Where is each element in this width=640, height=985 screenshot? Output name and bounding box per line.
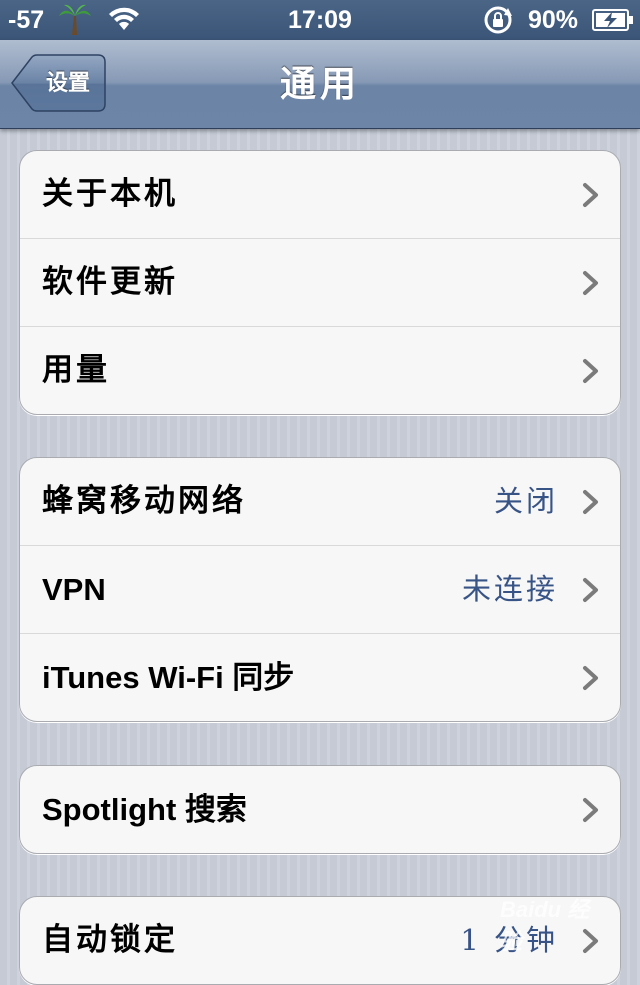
chevron-right-icon — [583, 183, 598, 207]
row-label: VPN — [42, 572, 106, 607]
row-value: 关闭 — [493, 484, 558, 518]
row-vpn[interactable]: VPN 未连接 — [20, 546, 620, 634]
rotation-lock-icon — [484, 6, 512, 34]
row-label: iTunes Wi-Fi 同步 — [42, 660, 295, 695]
row-label: Spotlight 搜索 — [42, 792, 247, 827]
row-label: 软件更新 — [42, 264, 178, 300]
chevron-right-icon — [583, 798, 598, 822]
row-label: 关于本机 — [42, 176, 178, 212]
row-spotlight-search[interactable]: Spotlight 搜索 — [20, 766, 620, 853]
baidu-watermark: Baidu 经验 — [500, 897, 590, 954]
row-cellular[interactable]: 蜂窝移动网络 关闭 — [20, 458, 620, 546]
settings-group-network: 蜂窝移动网络 关闭 VPN 未连接 iTunes Wi-Fi 同步 — [19, 457, 621, 722]
row-label: 蜂窝移动网络 — [42, 483, 246, 519]
settings-group-spotlight: Spotlight 搜索 — [19, 765, 621, 854]
back-button-label: 设置 — [45, 70, 90, 95]
row-label: 用量 — [42, 352, 110, 388]
row-usage[interactable]: 用量 — [20, 327, 620, 414]
row-value: 未连接 — [461, 572, 558, 606]
chevron-right-icon — [583, 666, 598, 690]
chevron-right-icon — [583, 578, 598, 602]
row-itunes-wifi-sync[interactable]: iTunes Wi-Fi 同步 — [20, 634, 620, 721]
status-bar: -57 17:09 90% — [0, 0, 640, 40]
chevron-right-icon — [583, 490, 598, 514]
chevron-right-icon — [583, 359, 598, 383]
row-software-update[interactable]: 软件更新 — [20, 239, 620, 327]
row-label: 自动锁定 — [42, 922, 178, 958]
back-button[interactable]: 设置 — [10, 54, 106, 112]
battery-charging-icon — [592, 9, 633, 31]
row-about[interactable]: 关于本机 — [20, 151, 620, 239]
battery-percentage: 90% — [528, 6, 579, 34]
settings-group-about: 关于本机 软件更新 用量 — [19, 150, 621, 415]
navigation-bar: 设置 通用 — [0, 40, 640, 129]
page-title: 通用 — [279, 63, 360, 104]
chevron-right-icon — [583, 271, 598, 295]
